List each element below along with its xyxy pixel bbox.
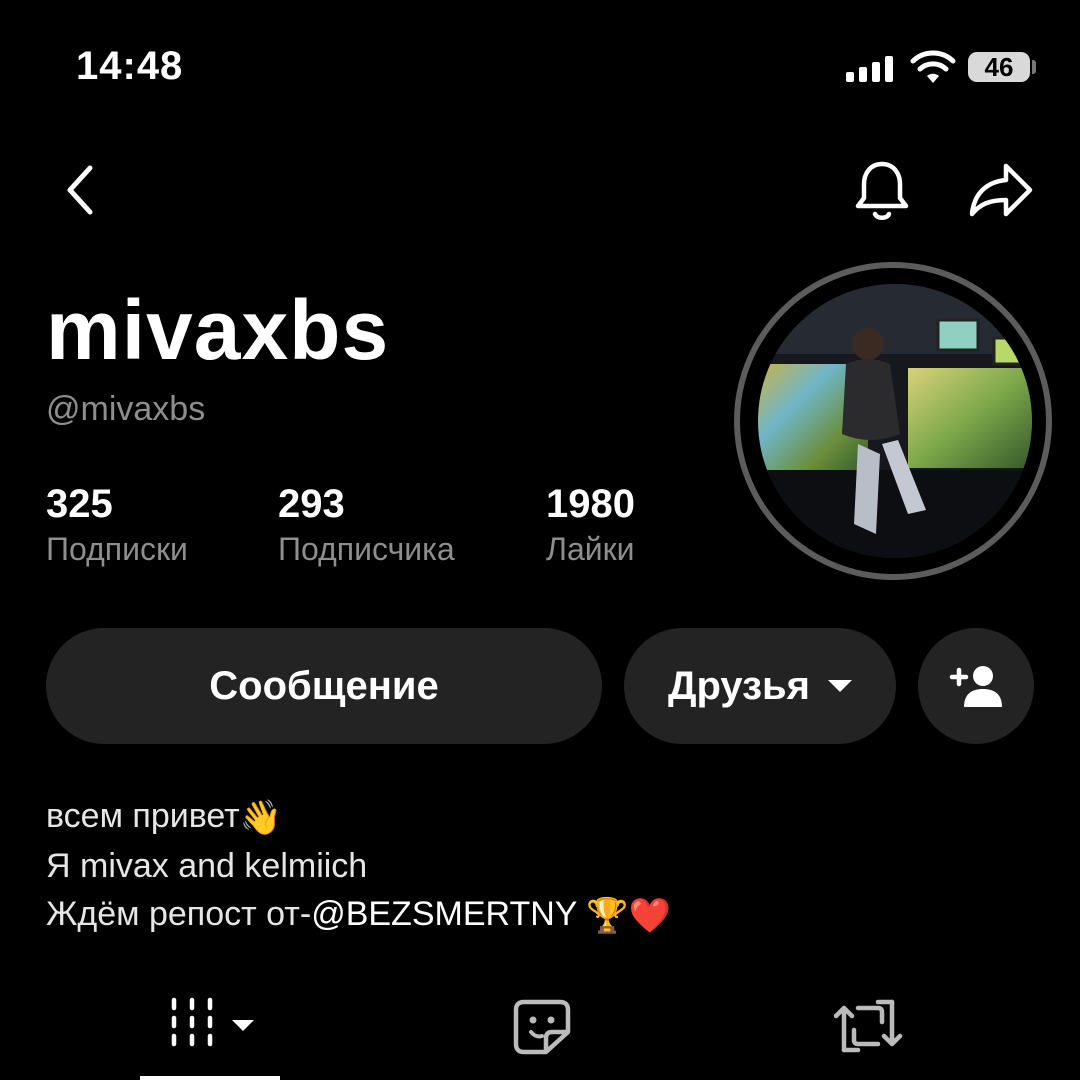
profile-handle: @mivaxbs	[46, 390, 206, 428]
wifi-icon	[910, 50, 956, 83]
caret-down-icon	[232, 1020, 254, 1031]
avatar[interactable]	[758, 284, 1032, 558]
heart-emoji: ❤️	[628, 897, 671, 936]
caret-down-icon	[827, 680, 852, 692]
stat-following[interactable]: 325 Подписки	[46, 482, 188, 568]
bio-line: Ждём репост от-@BEZSMERTNY 🏆❤️	[46, 890, 671, 940]
add-friend-button[interactable]	[918, 628, 1034, 744]
stat-value: 325	[46, 482, 113, 526]
stat-label: Подписчика	[278, 531, 455, 567]
battery-tip	[1032, 60, 1036, 74]
trophy-emoji: 🏆	[586, 897, 629, 936]
profile-display-name: mivaxbs	[46, 283, 390, 377]
message-button[interactable]: Сообщение	[46, 628, 602, 744]
tab-videos[interactable]	[168, 996, 258, 1054]
message-button-label: Сообщение	[209, 663, 439, 708]
cellular-signal-icon	[846, 56, 896, 82]
bio-line: всем привет👋	[46, 792, 671, 842]
stat-value: 1980	[546, 482, 635, 526]
stat-value: 293	[278, 482, 345, 526]
videos-grid-icon	[171, 997, 213, 1047]
share-arrow-icon[interactable]	[966, 160, 1036, 220]
tab-reposts[interactable]	[834, 996, 904, 1056]
friends-button-label: Друзья	[668, 663, 810, 708]
avatar-photo	[758, 284, 1032, 558]
back-chevron-icon[interactable]	[58, 162, 102, 218]
bio-text: Я mivax and kelmiich	[46, 847, 368, 886]
repost-icon	[834, 999, 903, 1053]
bell-icon[interactable]	[852, 158, 912, 224]
profile-bio: всем привет👋 Я mivax and kelmiich Ждём р…	[46, 792, 671, 940]
tab-stickers[interactable]	[512, 998, 572, 1056]
battery-icon: 46	[968, 52, 1030, 82]
bio-text: Ждём репост от-	[46, 895, 312, 934]
active-tab-indicator	[140, 1076, 280, 1080]
stat-label: Подписки	[46, 531, 188, 567]
add-person-icon	[949, 666, 1002, 707]
status-time: 14:48	[76, 44, 184, 88]
bio-line: Я mivax and kelmiich	[46, 842, 671, 890]
sticker-icon	[513, 999, 571, 1055]
bio-text: всем привет	[46, 797, 240, 835]
friends-dropdown-button[interactable]: Друзья	[624, 628, 896, 744]
bio-mention-link[interactable]: @BEZSMERTNY	[311, 895, 577, 933]
stat-label: Лайки	[546, 531, 635, 567]
stat-followers[interactable]: 293 Подписчика	[278, 482, 455, 568]
waving-hand-emoji: 👋	[239, 799, 283, 838]
stat-likes[interactable]: 1980 Лайки	[546, 482, 635, 568]
